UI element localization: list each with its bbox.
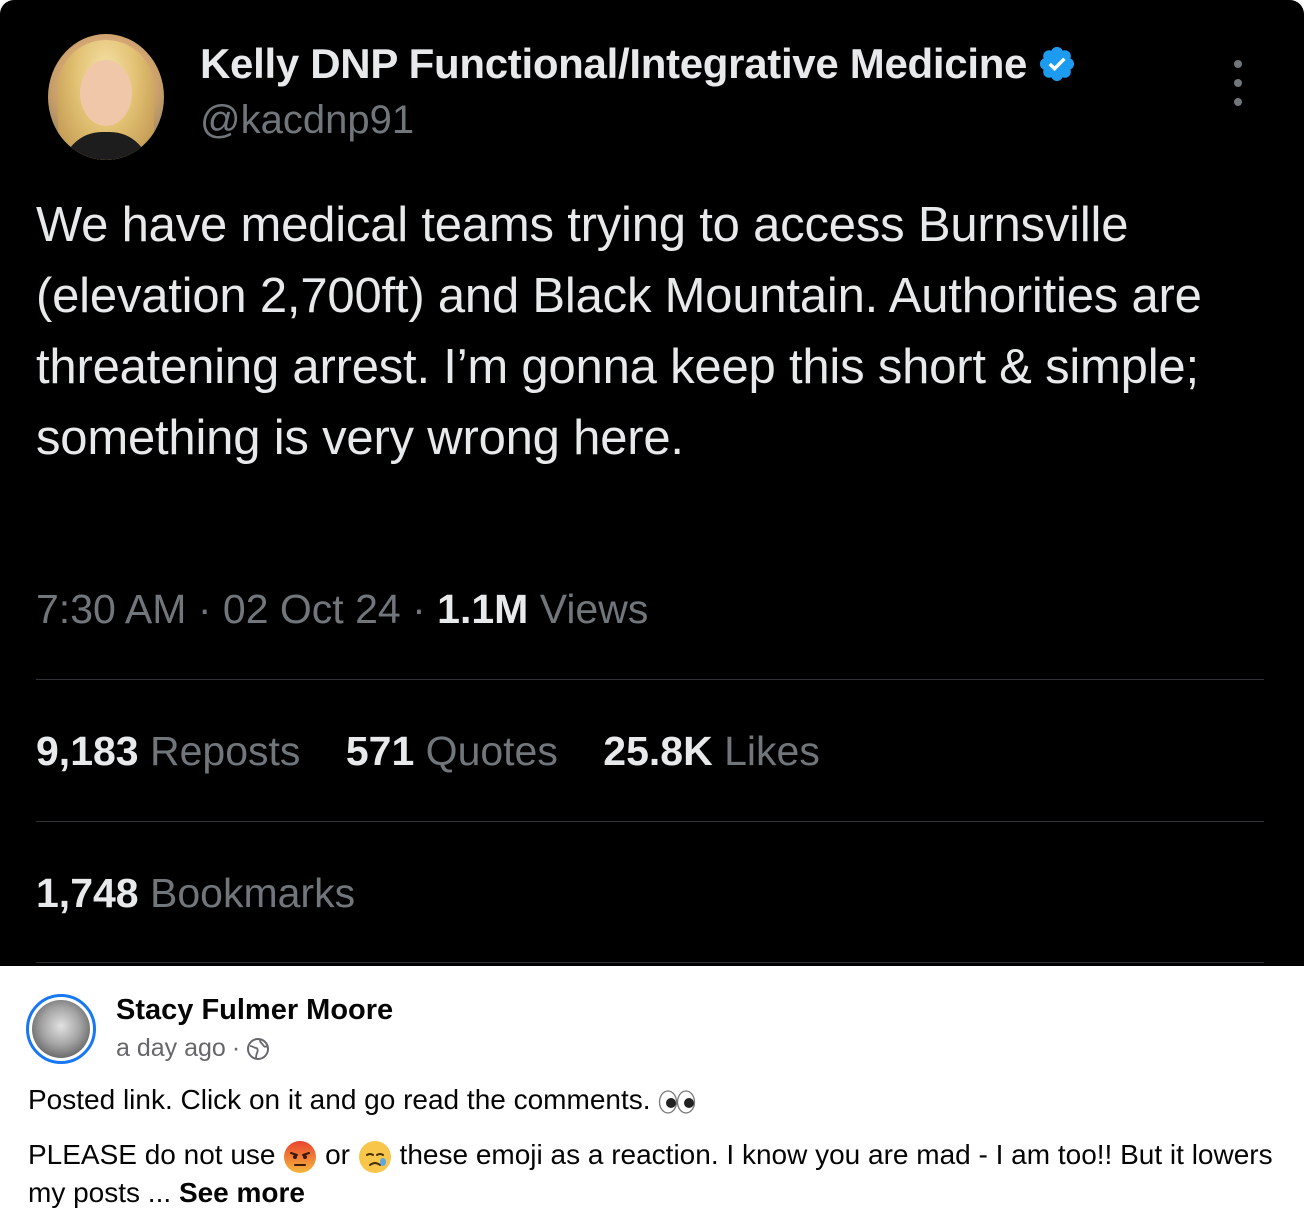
fb-post-text-1: Posted link. Click on it and go read the… [28, 1084, 651, 1115]
divider [36, 962, 1264, 963]
time-separator: · [231, 1034, 241, 1062]
fb-post-line1: Posted link. Click on it and go read the… [28, 1084, 696, 1116]
likes-stat[interactable]: 25.8K Likes [603, 728, 820, 775]
meta-separator: · [412, 586, 426, 632]
globe-icon[interactable] [246, 1037, 270, 1061]
views-label: Views [539, 586, 649, 632]
engagement-stats: 9,183 Reposts 571 Quotes 25.8K Likes [36, 728, 854, 775]
fb-post-line2: PLEASE do not use or these emoji as a re… [28, 1136, 1278, 1212]
tweet-author-row: Kelly DNP Functional/Integrative Medicin… [200, 40, 1077, 88]
fb-post-text-2a: PLEASE do not use [28, 1139, 276, 1170]
fb-author-name[interactable]: Stacy Fulmer Moore [116, 994, 393, 1027]
facebook-post: Stacy Fulmer Moore a day ago · Posted li… [0, 966, 1304, 1228]
tweet-author-avatar[interactable] [48, 34, 164, 160]
angry-emoji-icon [284, 1140, 317, 1173]
tweet-handle[interactable]: @kacdnp91 [200, 98, 414, 143]
more-options-icon[interactable] [1226, 60, 1250, 106]
see-more-link[interactable]: See more [179, 1177, 305, 1208]
fb-author-avatar[interactable] [26, 994, 96, 1064]
tweet-time[interactable]: 7:30 AM [36, 586, 186, 632]
divider [36, 821, 1264, 822]
tweet-date[interactable]: 02 Oct 24 [223, 586, 401, 632]
fb-post-time-row: a day ago · [116, 1034, 270, 1063]
fb-post-text-or: or [325, 1139, 350, 1170]
tweet-card: Kelly DNP Functional/Integrative Medicin… [0, 0, 1304, 966]
reposts-stat[interactable]: 9,183 Reposts [36, 728, 300, 775]
tweet-display-name[interactable]: Kelly DNP Functional/Integrative Medicin… [200, 40, 1027, 88]
bookmarks-stat[interactable]: 1,748 Bookmarks [36, 870, 355, 917]
fb-post-time[interactable]: a day ago [116, 1034, 226, 1063]
sad-emoji-icon [358, 1140, 391, 1173]
verified-badge-icon [1040, 46, 1075, 82]
divider [36, 679, 1264, 680]
quotes-stat[interactable]: 571 Quotes [346, 728, 558, 775]
views-count: 1.1M [437, 586, 529, 632]
tweet-meta: 7:30 AM · 02 Oct 24 · 1.1M Views [36, 586, 648, 633]
tweet-body: We have medical teams trying to access B… [36, 198, 1202, 465]
meta-separator: · [197, 586, 212, 632]
eyes-emoji-icon [659, 1089, 696, 1114]
